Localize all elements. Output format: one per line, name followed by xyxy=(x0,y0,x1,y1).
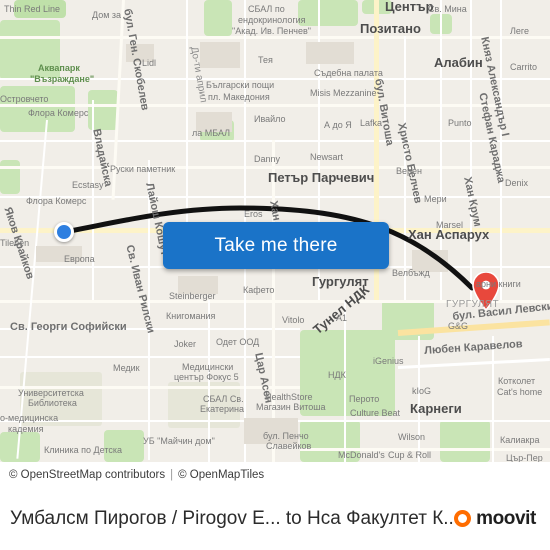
poi-label: Steinberger xyxy=(169,291,216,301)
poi-label: A1 xyxy=(336,313,348,323)
poi-label: Wilson xyxy=(398,432,426,442)
moovit-logo: moovit xyxy=(454,508,540,530)
poi-label: Danny xyxy=(254,154,281,164)
district-label: Карнеги xyxy=(410,401,462,416)
poi-label: "Акад. Ив. Пенчев" xyxy=(232,26,311,36)
neighbourhood-label: ГУРГУЛЯТ xyxy=(446,299,499,310)
poi-label: Съдебна палата xyxy=(314,68,383,78)
poi-label: ендокринология xyxy=(238,15,306,25)
street-label: Св. Георги Софийски xyxy=(10,321,127,333)
poi-label: о-медицинска xyxy=(0,413,59,423)
moovit-wordmark: moovit xyxy=(476,507,536,529)
poi-label: Denix xyxy=(505,178,529,188)
poi-label: пл. Македония xyxy=(208,92,270,102)
poi-label: HealthStore xyxy=(265,392,313,402)
poi-label: Котколет xyxy=(498,376,536,386)
poi-label: Newsart xyxy=(310,152,344,162)
poi-label: Мери xyxy=(424,194,447,204)
poi-label: Marsel xyxy=(436,220,464,230)
poi-label: Европа xyxy=(64,254,95,264)
poi-label: А до Я xyxy=(324,120,352,130)
poi-label: УБ "Майчин дом" xyxy=(143,436,215,446)
poi-label: Флора Комерс xyxy=(26,196,87,206)
poi-label: Culture Beat xyxy=(350,408,401,418)
poi-label: "Възраждане" xyxy=(30,74,95,84)
poi-label: Tileben xyxy=(0,238,30,248)
poi-label: Ecstasy xyxy=(72,180,104,190)
poi-label: Славейков xyxy=(266,441,312,451)
moovit-map-screen: Център Позитано Алабин Петър Парчевич Гу… xyxy=(0,0,550,550)
poi-label: СБАЛ по xyxy=(248,4,285,14)
poi-label: арни книги xyxy=(476,279,521,289)
poi-label: Punto xyxy=(448,118,472,128)
poi-label: Книгомания xyxy=(166,311,216,321)
poi-label: Cup & Roll xyxy=(388,450,432,460)
poi-label: Дом за xyxy=(92,10,122,20)
attribution-bar: © OpenStreetMap contributors | © OpenMap… xyxy=(0,462,550,487)
poi-label: Медик xyxy=(113,363,140,373)
poi-label: Thin Red Line xyxy=(4,4,61,14)
poi-label: Vitolo xyxy=(282,315,305,325)
poi-label: Руски паметник xyxy=(110,164,176,174)
poi-label: G&G xyxy=(448,321,469,331)
poi-label: Екатерина xyxy=(200,404,244,414)
poi-label: Цър-Пер xyxy=(506,453,543,462)
poi-label: Ивайло xyxy=(254,114,286,124)
poi-label: Магазин Витоша xyxy=(256,402,326,412)
poi-label: Кафето xyxy=(243,285,275,295)
poi-label: Аквапарк xyxy=(38,63,80,73)
district-label: Позитано xyxy=(360,21,421,36)
poi-label: kIoG xyxy=(412,386,432,396)
osm-contributors-link[interactable]: © OpenStreetMap contributors xyxy=(9,469,165,481)
attribution-separator: | xyxy=(170,468,174,481)
poi-label: Carrito xyxy=(510,62,538,72)
poi-label: бул. Пенчо xyxy=(263,431,309,441)
poi-label: кадемия xyxy=(8,424,44,434)
poi-label: Медицински xyxy=(182,362,234,372)
poi-label: СБАЛ Св. xyxy=(203,394,244,404)
poi-label: Калиакра xyxy=(500,435,540,445)
poi-label: Библиотека xyxy=(28,398,77,408)
poi-label: Български пощи xyxy=(206,80,275,90)
poi-label: Тея xyxy=(258,55,273,65)
poi-label: McDonald's xyxy=(338,450,385,460)
district-label: Петър Парчевич xyxy=(268,170,375,185)
district-label: Хан Аспарух xyxy=(408,227,490,242)
poi-label: Св. Мина xyxy=(428,4,467,14)
poi-label: Леге xyxy=(510,26,530,36)
poi-label: Университетска xyxy=(18,388,84,398)
district-label: Алабин xyxy=(434,55,483,70)
district-label: Център xyxy=(385,0,434,14)
take-me-there-button[interactable]: Take me there xyxy=(163,222,389,269)
poi-label: НДК xyxy=(328,370,346,380)
origin-dot[interactable] xyxy=(54,222,74,242)
poi-label: Велбъжд xyxy=(392,268,430,278)
poi-label: ла МБАЛ xyxy=(192,128,231,138)
route-summary-text: Умбалсм Пирогов / Pirogov E... to Нса Фа… xyxy=(10,507,455,529)
poi-label: Lidl xyxy=(142,58,157,68)
poi-label: Eros xyxy=(244,209,263,219)
poi-label: Cat's home xyxy=(497,387,543,397)
poi-label: Перото xyxy=(349,394,380,404)
poi-label: Misis Mezzanine xyxy=(310,88,377,98)
map-canvas[interactable]: Център Позитано Алабин Петър Парчевич Гу… xyxy=(0,0,550,462)
openmaptiles-link[interactable]: © OpenMapTiles xyxy=(178,469,264,481)
poi-label: Клиника по Детска xyxy=(44,445,123,455)
moovit-mark-icon xyxy=(454,510,472,527)
poi-label: Одет ООД xyxy=(216,337,260,347)
bottom-bar: Умбалсм Пирогов / Pirogov E... to Нса Фа… xyxy=(0,487,550,550)
poi-label: Островчето xyxy=(0,94,49,104)
poi-label: Joker xyxy=(174,339,197,349)
poi-label: Lafka xyxy=(360,118,383,128)
poi-label: iGenius xyxy=(373,356,404,366)
poi-label: Флора Комерс xyxy=(28,108,89,118)
poi-label: Верен xyxy=(396,166,422,176)
poi-label: център Фокус 5 xyxy=(174,372,239,382)
